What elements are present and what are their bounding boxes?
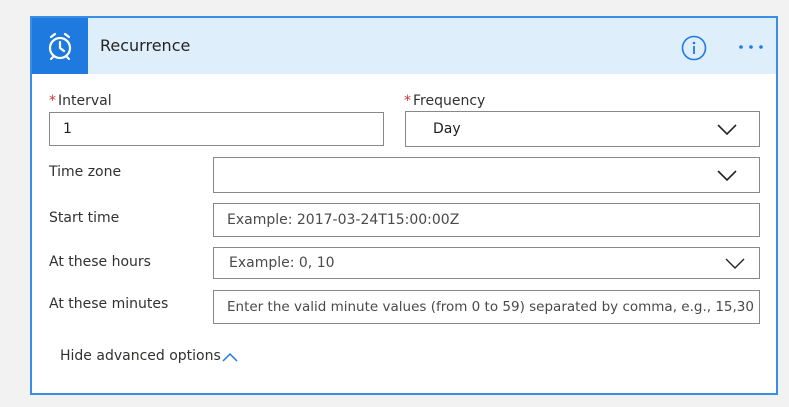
card-header[interactable]: Recurrence — [32, 18, 776, 74]
alarm-clock-icon — [32, 18, 88, 74]
interval-label: * Interval — [49, 93, 112, 109]
interval-input[interactable]: 1 — [49, 112, 384, 146]
interval-value: 1 — [63, 121, 72, 137]
card-title: Recurrence — [100, 36, 191, 55]
hide-advanced-options-link[interactable]: Hide advanced options — [60, 348, 221, 364]
at-these-minutes-input[interactable]: Enter the valid minute values (from 0 to… — [213, 290, 760, 324]
required-marker: * — [49, 93, 56, 109]
interval-label-text: Interval — [58, 93, 112, 109]
frequency-label-text: Frequency — [413, 93, 486, 109]
chevron-down-icon — [725, 258, 745, 269]
recurrence-card: Recurrence *Interval 1 *Frequency Day — [30, 16, 778, 395]
at-these-minutes-label: At these minutes — [49, 296, 169, 312]
start-time-placeholder: Example: 2017-03-24T15:00:00Z — [227, 212, 460, 228]
chevron-up-icon[interactable] — [222, 352, 238, 362]
time-zone-label: Time zone — [49, 164, 122, 180]
time-zone-select[interactable] — [213, 157, 760, 193]
chevron-down-icon — [717, 124, 737, 136]
more-options-icon[interactable] — [736, 36, 766, 58]
start-time-input[interactable]: Example: 2017-03-24T15:00:00Z — [213, 203, 760, 237]
required-marker: * — [404, 93, 411, 109]
chevron-down-icon — [717, 170, 737, 182]
frequency-select[interactable]: Day — [405, 111, 760, 147]
at-these-hours-label: At these hours — [49, 254, 151, 270]
at-these-hours-placeholder: Example: 0, 10 — [229, 255, 335, 271]
at-these-hours-select[interactable]: Example: 0, 10 — [213, 247, 760, 279]
info-icon[interactable] — [681, 35, 707, 61]
frequency-value: Day — [433, 121, 461, 137]
start-time-label: Start time — [49, 210, 120, 226]
frequency-label: * Frequency — [404, 93, 485, 109]
at-these-minutes-placeholder: Enter the valid minute values (from 0 to… — [227, 299, 754, 315]
